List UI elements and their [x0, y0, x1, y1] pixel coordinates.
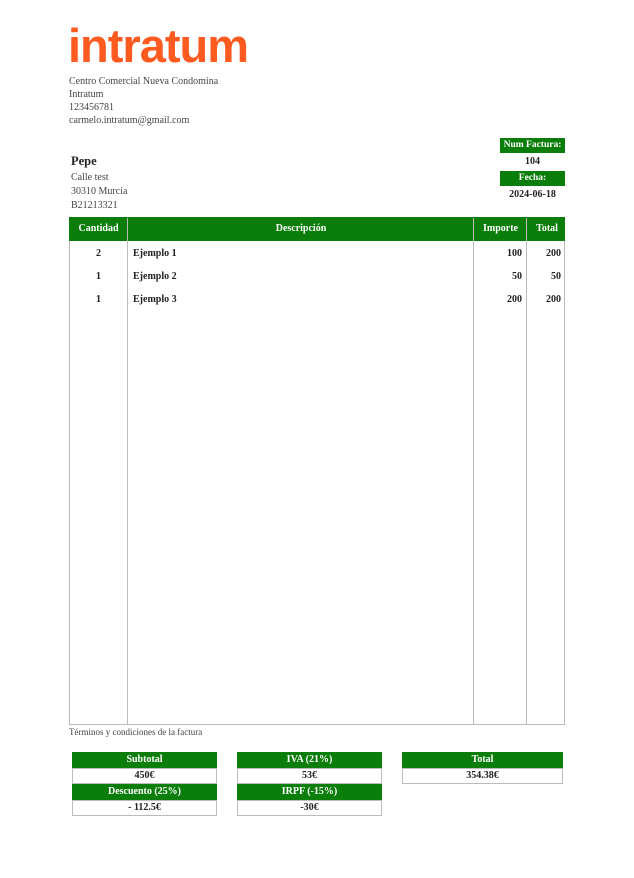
row-price: 100: [507, 248, 522, 259]
client-name: Pepe: [71, 154, 97, 168]
client-info: Pepe Calle test 30310 Murcia B21213321: [71, 154, 127, 213]
row-description: Ejemplo 2: [133, 271, 177, 282]
invoice-number: 104: [525, 156, 540, 167]
invoice-date-label: Fecha:: [500, 171, 565, 186]
row-total: 200: [546, 294, 561, 305]
row-price: 200: [507, 294, 522, 305]
invoice-date: 2024-06-18: [509, 189, 556, 200]
discount-value: - 112.5€: [72, 800, 217, 816]
header-description: Descripción: [275, 223, 327, 234]
discount-box: Descuento (25%) - 112.5€: [72, 784, 217, 816]
header-quantity: Cantidad: [78, 223, 119, 234]
company-email: carmelo.intratum@gmail.com: [69, 115, 190, 126]
row-total: 200: [546, 248, 561, 259]
header-price: Importe: [483, 223, 518, 234]
iva-box: IVA (21%) 53€: [237, 752, 382, 784]
table-row: 2 Ejemplo 1 100 200: [70, 242, 564, 265]
company-phone: 123456781: [69, 102, 114, 113]
row-quantity: 1: [96, 294, 101, 305]
table-row: 1 Ejemplo 3 200 200: [70, 288, 564, 311]
company-info: Centro Comercial Nueva Condomina Intratu…: [69, 75, 218, 127]
row-quantity: 2: [96, 248, 101, 259]
items-table: Cantidad Descripción Importe Total 2 Eje…: [69, 217, 565, 725]
subtotal-box: Subtotal 450€: [72, 752, 217, 784]
iva-value: 53€: [237, 768, 382, 784]
irpf-label: IRPF (-15%): [237, 784, 382, 800]
invoice-meta: Num Factura: 104 Fecha: 2024-06-18: [500, 138, 565, 204]
discount-label: Descuento (25%): [72, 784, 217, 800]
header-total: Total: [536, 223, 558, 234]
logo-text: intratum: [68, 22, 248, 66]
company-name: Intratum: [69, 89, 104, 100]
total-value: 354.38€: [402, 768, 563, 784]
items-table-header: Cantidad Descripción Importe Total: [69, 217, 565, 241]
row-price: 50: [512, 271, 522, 282]
total-box: Total 354.38€: [402, 752, 563, 784]
row-description: Ejemplo 1: [133, 248, 177, 259]
row-description: Ejemplo 3: [133, 294, 177, 305]
company-address: Centro Comercial Nueva Condomina: [69, 76, 219, 87]
terms-text: Términos y condiciones de la factura: [69, 727, 203, 737]
total-label: Total: [402, 752, 563, 768]
irpf-box: IRPF (-15%) -30€: [237, 784, 382, 816]
invoice-number-label: Num Factura:: [500, 138, 565, 153]
client-address: Calle test: [71, 172, 109, 183]
client-tax-id: B21213321: [71, 200, 118, 211]
client-city: 30310 Murcia: [71, 186, 128, 197]
subtotal-value: 450€: [72, 768, 217, 784]
intratum-logo: intratum: [68, 22, 249, 66]
irpf-value: -30€: [237, 800, 382, 816]
subtotal-label: Subtotal: [72, 752, 217, 768]
row-total: 50: [551, 271, 561, 282]
row-quantity: 1: [96, 271, 101, 282]
table-row: 1 Ejemplo 2 50 50: [70, 265, 564, 288]
iva-label: IVA (21%): [237, 752, 382, 768]
